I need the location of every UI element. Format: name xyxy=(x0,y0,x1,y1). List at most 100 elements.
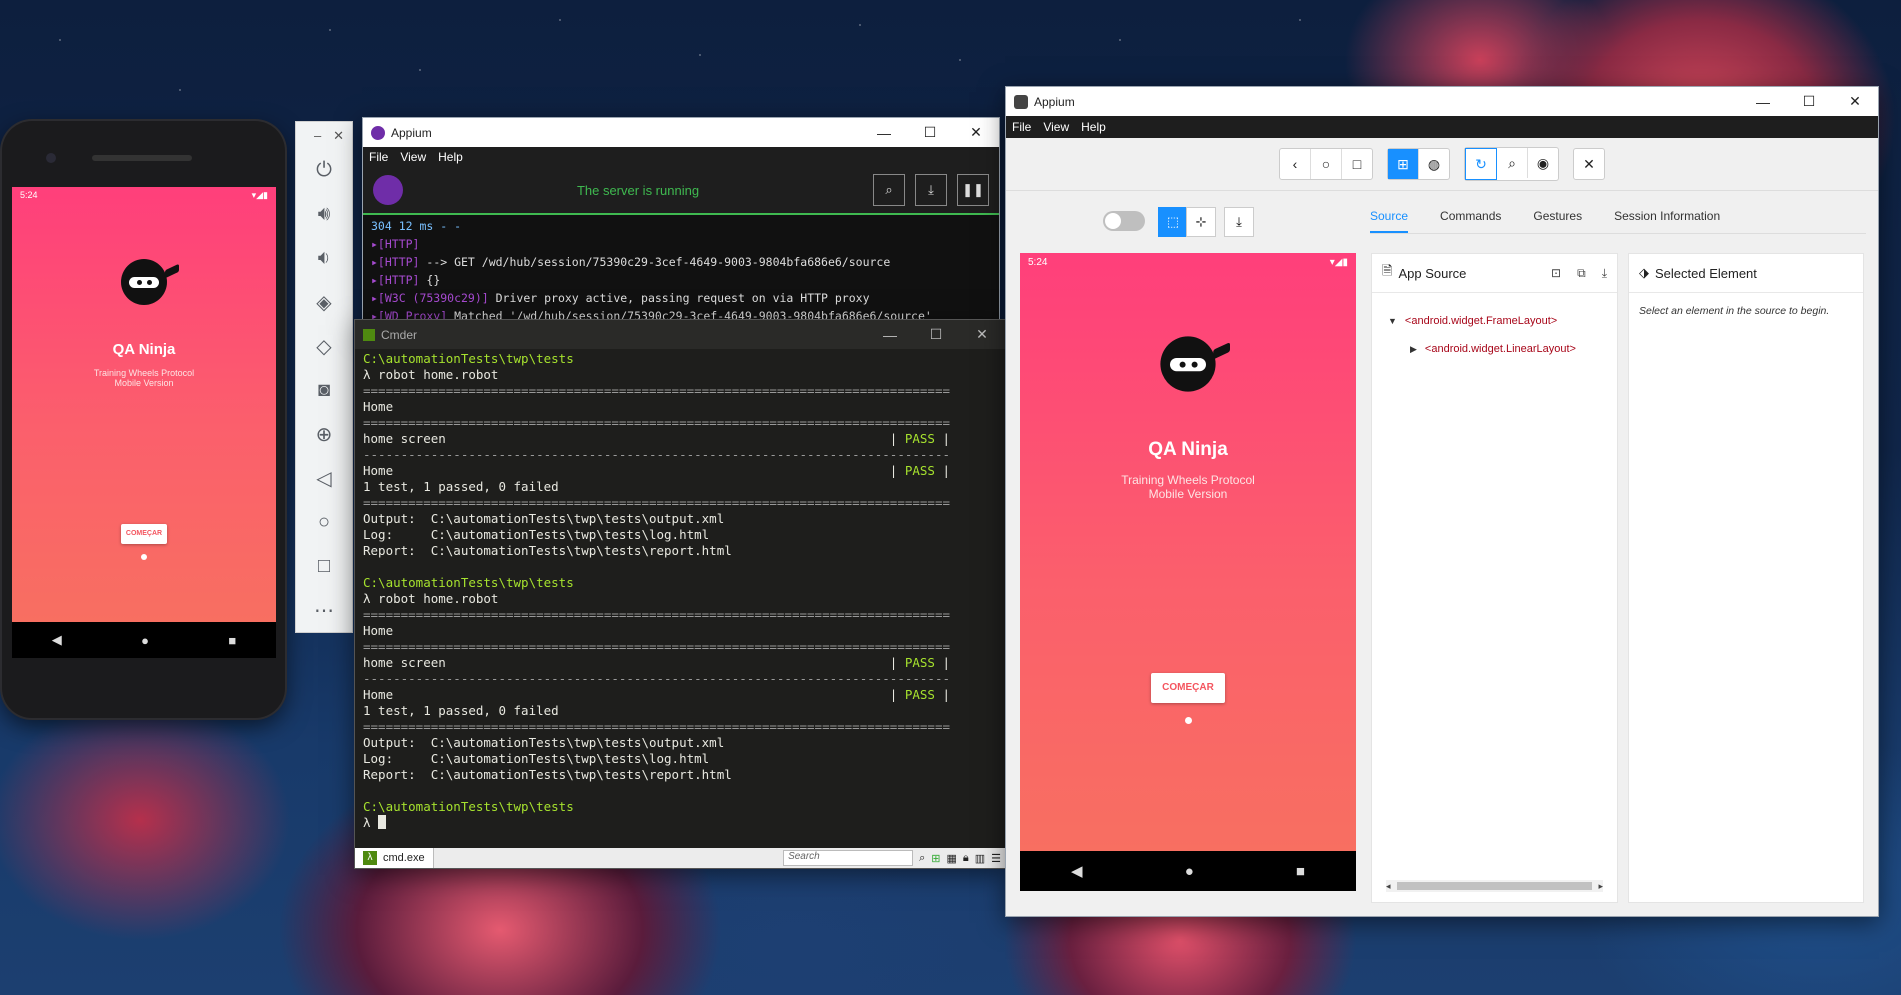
layout-icon[interactable]: ▥ xyxy=(975,852,985,865)
screenshot-nav-back-icon: ◀ xyxy=(1071,863,1083,880)
screenshot-toggle[interactable] xyxy=(1103,211,1145,231)
screenshot-app-subtitle-line2: Mobile Version xyxy=(1148,487,1228,501)
server-menu-help[interactable]: Help xyxy=(438,150,463,164)
download-screenshot-icon[interactable]: ⤓ xyxy=(1224,207,1254,237)
recorder-eye-icon[interactable]: ◉ xyxy=(1528,148,1558,178)
tree-node-framelayout[interactable]: ▼ <android.widget.FrameLayout> xyxy=(1388,307,1601,335)
server-close-button[interactable]: ✕ xyxy=(953,124,999,141)
server-menu-file[interactable]: File xyxy=(369,150,388,164)
toggle-attributes-icon[interactable]: ⊡ xyxy=(1551,266,1561,281)
comecar-button[interactable]: COMEÇAR xyxy=(121,524,167,544)
emulator-close-button[interactable]: ✕ xyxy=(333,128,344,144)
app-title: QA Ninja xyxy=(112,341,176,358)
home-icon[interactable]: ○ xyxy=(296,500,352,544)
tab-gestures[interactable]: Gestures xyxy=(1533,209,1582,233)
server-menubar: File View Help xyxy=(363,147,999,167)
native-app-mode-icon[interactable]: ⊞ xyxy=(1388,149,1419,179)
nav-back-icon[interactable]: ◀ xyxy=(52,632,62,648)
cmder-close-button[interactable]: ✕ xyxy=(959,326,1005,343)
more-icon[interactable]: ⋯ xyxy=(296,588,352,632)
lock-icon[interactable]: 🔒︎ xyxy=(963,852,969,865)
cmder-search-input[interactable]: Search xyxy=(783,850,914,866)
inspector-menu-help[interactable]: Help xyxy=(1081,120,1106,134)
new-console-icon[interactable]: ⊞ xyxy=(931,852,940,865)
server-maximize-button[interactable]: ☐ xyxy=(907,124,953,141)
source-horizontal-scrollbar[interactable]: ◂ ▸ xyxy=(1386,880,1603,892)
status-time: 5:24 xyxy=(20,190,38,200)
overview-icon[interactable]: □ xyxy=(296,544,352,588)
nav-recent-icon[interactable]: ■ xyxy=(228,633,236,648)
tab-source[interactable]: Source xyxy=(1370,209,1409,233)
cmder-search-icon[interactable]: ⌕ xyxy=(919,852,925,865)
server-search-icon[interactable]: ⌕ xyxy=(873,174,905,206)
emulator-screen[interactable]: 5:24 ▾◢▮ QA Ninja Training Wheels Protoc… xyxy=(12,187,276,622)
terminal-line: ----------------------------------------… xyxy=(363,447,950,462)
tap-coordinates-icon[interactable]: ⊹ xyxy=(1186,207,1216,237)
scroll-left-icon[interactable]: ◂ xyxy=(1386,881,1391,892)
inspector-maximize-button[interactable]: ☐ xyxy=(1786,93,1832,110)
menu-icon[interactable]: ☰ xyxy=(991,852,1001,865)
emulator-minimize-button[interactable]: – xyxy=(314,128,321,144)
inspector-menu-file[interactable]: File xyxy=(1012,120,1031,134)
screenshot-comecar-button[interactable]: COMEÇAR xyxy=(1151,673,1225,703)
server-download-logs-icon[interactable]: ⤓ xyxy=(915,174,947,206)
power-icon[interactable]: ⏻ xyxy=(296,148,352,192)
volume-up-icon[interactable]: 🔊︎ xyxy=(296,192,352,236)
terminal-line: C:\automationTests\twp\tests xyxy=(363,799,574,814)
download-source-icon[interactable]: ⤓ xyxy=(1602,266,1607,281)
camera-icon[interactable]: ◙ xyxy=(296,368,352,412)
terminal-line: C:\automationTests\twp\tests xyxy=(363,351,574,366)
back-icon[interactable]: ◁ xyxy=(296,456,352,500)
cmder-minimize-button[interactable]: — xyxy=(867,327,913,343)
app-source-header: 🗎︎ App Source ⊡ ⧉ ⤓ xyxy=(1372,254,1617,293)
server-log-line: ▸[W3C (75390c29)] Driver proxy active, p… xyxy=(371,289,991,307)
copy-xml-icon[interactable]: ⧉ xyxy=(1577,266,1586,281)
device-app-switch-icon[interactable]: □ xyxy=(1342,149,1372,179)
zoom-icon[interactable]: ⊕ xyxy=(296,412,352,456)
screenshot-status-icons: ▾◢▮ xyxy=(1329,256,1348,268)
tree-node-linearlayout[interactable]: ▶ <android.widget.LinearLayout> xyxy=(1388,335,1601,363)
server-minimize-button[interactable]: — xyxy=(861,125,907,141)
scrollbar-thumb[interactable] xyxy=(1396,882,1593,890)
terminal-output[interactable]: C:\automationTests\twp\tests λ robot home… xyxy=(355,349,1005,852)
rotate-right-icon[interactable]: ◇ xyxy=(296,324,352,368)
volume-down-icon[interactable]: 🔉︎ xyxy=(296,236,352,280)
search-element-icon[interactable]: ⌕ xyxy=(1497,148,1528,178)
server-log-text: Driver proxy active, passing request on … xyxy=(488,291,870,305)
scroll-right-icon[interactable]: ▸ xyxy=(1598,881,1603,892)
tab-session-information[interactable]: Session Information xyxy=(1614,209,1720,233)
inspector-close-button[interactable]: ✕ xyxy=(1832,93,1878,110)
cmder-tab[interactable]: λ cmd.exe xyxy=(355,848,434,868)
expand-caret-icon[interactable]: ▼ xyxy=(1388,316,1397,326)
server-menu-view[interactable]: View xyxy=(400,150,426,164)
server-pause-icon[interactable]: ❚❚ xyxy=(957,174,989,206)
quit-session-icon[interactable]: ✕ xyxy=(1574,149,1604,179)
screenshot-ninja-logo-icon xyxy=(1160,336,1230,392)
tabs-divider xyxy=(1370,233,1866,234)
device-back-icon[interactable]: ‹ xyxy=(1280,149,1311,179)
refresh-icon[interactable]: ↻ xyxy=(1465,148,1497,180)
appium-logo-icon xyxy=(371,125,385,140)
select-elements-icon[interactable]: ⬚ xyxy=(1158,207,1188,237)
inspector-minimize-button[interactable]: — xyxy=(1740,94,1786,110)
web-context-icon[interactable]: ◍ xyxy=(1419,149,1449,179)
android-emulator: 5:24 ▾◢▮ QA Ninja Training Wheels Protoc… xyxy=(2,121,285,718)
view-toggle-icon[interactable]: ▦ xyxy=(946,852,956,865)
tab-commands[interactable]: Commands xyxy=(1440,209,1501,233)
collapse-caret-icon[interactable]: ▶ xyxy=(1410,344,1417,354)
inspector-menu-view[interactable]: View xyxy=(1043,120,1069,134)
device-screenshot[interactable]: 5:24 ▾◢▮ QA Ninja Training Wheels Protoc… xyxy=(1020,253,1356,851)
device-nav-group: ‹ ○ □ xyxy=(1279,148,1373,180)
terminal-line: ========================================… xyxy=(363,607,950,622)
device-home-icon[interactable]: ○ xyxy=(1311,149,1342,179)
terminal-line: ========================================… xyxy=(363,383,950,398)
rotate-left-icon[interactable]: ◈ xyxy=(296,280,352,324)
nav-home-icon[interactable]: ● xyxy=(141,633,149,648)
pass-status: PASS xyxy=(904,463,935,478)
server-log-line: ▸[HTTP] --> GET /wd/hub/session/75390c29… xyxy=(371,253,991,271)
cmder-maximize-button[interactable]: ☐ xyxy=(913,326,959,343)
terminal-line: C:\automationTests\twp\tests xyxy=(363,575,574,590)
inspector-menubar: File View Help xyxy=(1006,116,1878,138)
tag-icon: ⬗ xyxy=(1639,265,1649,280)
